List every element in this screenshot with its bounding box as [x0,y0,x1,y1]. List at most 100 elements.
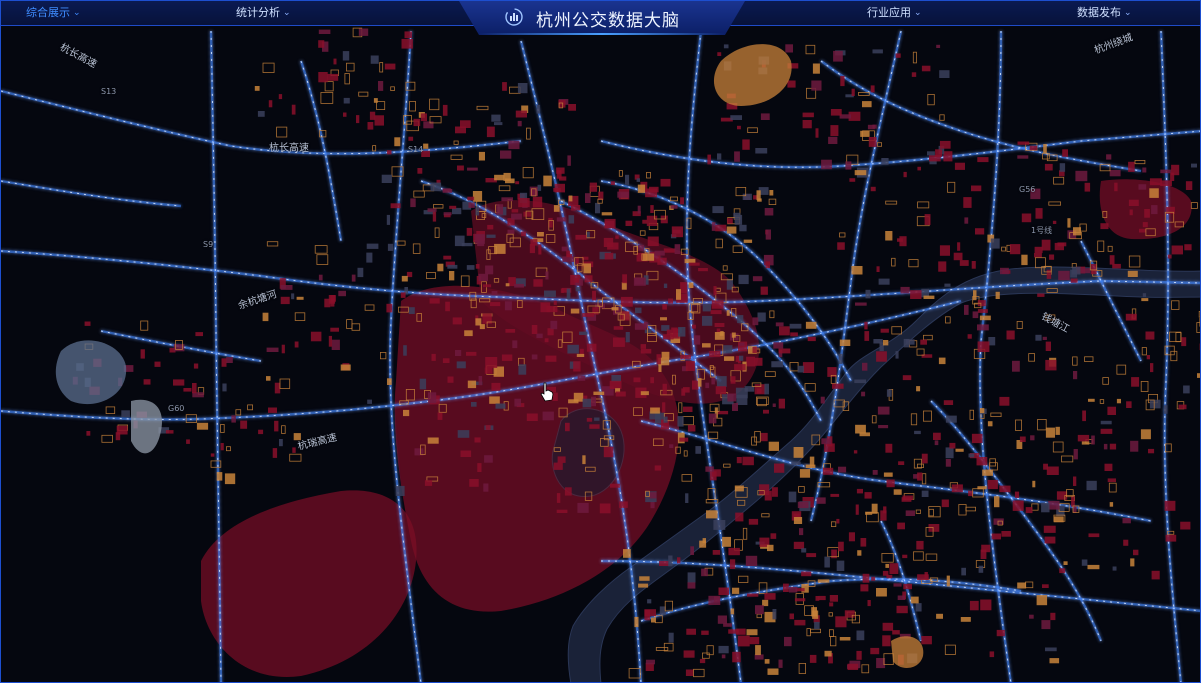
building-block [659,561,670,566]
building-block [374,115,384,126]
building-block [1017,141,1030,145]
building-block [862,101,872,108]
building-block [521,231,526,237]
building-block [855,424,866,434]
building-block [1046,269,1052,279]
building-block [870,186,876,192]
building-block [702,538,706,544]
building-block [815,596,820,601]
building-block [721,654,726,659]
building-block [969,600,979,611]
building-block [610,483,620,488]
building-block [154,361,161,367]
building-block [951,484,963,493]
building-block [713,520,726,530]
building-block [873,339,883,344]
building-block [1044,536,1056,544]
building-block [1190,202,1198,209]
building-block [1031,503,1039,511]
nav-statistics[interactable]: 统计分析 ⌄ [236,4,291,22]
building-block [891,257,896,267]
building-block [487,224,494,230]
building-block [281,425,286,434]
building-block [991,533,1001,540]
landmark-area [131,399,162,454]
nav-data-publish[interactable]: 数据发布 ⌄ [1077,4,1132,22]
building-block [592,290,596,301]
building-block [442,358,450,363]
building-block [990,412,1002,417]
building-block [835,616,847,628]
page-title: 杭州公交数据大脑 [536,11,680,31]
building-block [1129,209,1133,216]
building-block [262,312,269,322]
building-block [855,302,867,306]
building-block [886,479,895,488]
building-block [961,567,966,576]
building-block [701,630,709,635]
map-canvas[interactable] [1,1,1201,683]
building-block [764,659,770,664]
building-block [1048,500,1060,510]
building-block [613,337,625,347]
building-block [1017,155,1029,159]
landmark-area [713,44,792,106]
building-block [474,437,481,443]
building-block [1102,377,1109,385]
building-block [969,409,974,420]
building-block [1070,278,1078,283]
building-block [773,342,784,349]
building-block [296,296,304,300]
building-block [977,157,989,163]
building-block [801,571,812,577]
building-block [1127,270,1138,277]
building-block [968,453,975,458]
building-block [772,403,776,407]
building-block [865,289,871,299]
building-block [625,220,633,226]
building-block [880,328,889,333]
building-block [1109,443,1117,450]
building-block [728,629,739,634]
building-block [1016,320,1023,329]
building-block [571,205,581,211]
app-frame: 杭长高速 杭长高速 杭州绕城 余杭塘河 杭瑞高速 钱塘江 1号线 S14 S13… [0,0,1201,683]
building-block [390,86,395,92]
building-block [713,286,717,296]
building-block [876,266,880,272]
building-block [638,244,644,251]
building-block [1090,264,1097,275]
building-block [226,357,233,363]
building-block [395,485,405,496]
building-block [714,332,725,340]
building-block [1171,300,1180,310]
building-block [366,252,373,263]
building-block [427,437,439,444]
nav-industry-apps[interactable]: 行业应用 ⌄ [867,4,922,22]
building-block [1034,246,1043,254]
building-block [1151,570,1160,580]
building-block [268,407,277,413]
building-block [902,554,908,559]
building-block [975,228,985,235]
building-block [536,104,541,114]
building-block [430,182,442,192]
building-block [1160,169,1172,174]
building-block [729,559,736,569]
building-block [427,208,437,212]
building-block [1059,568,1066,574]
building-block [1055,426,1060,435]
building-block [1073,227,1081,236]
building-block [1035,334,1042,341]
nav-comprehensive-display[interactable]: 综合展示 ⌄ [26,4,81,22]
building-block [936,613,943,619]
building-block [553,205,560,212]
building-block [1131,377,1140,387]
building-block [272,448,278,458]
building-block [420,113,427,122]
building-block [542,411,554,421]
building-block [1053,516,1064,523]
building-block [143,379,151,385]
building-block [595,202,601,214]
building-block [586,417,593,422]
